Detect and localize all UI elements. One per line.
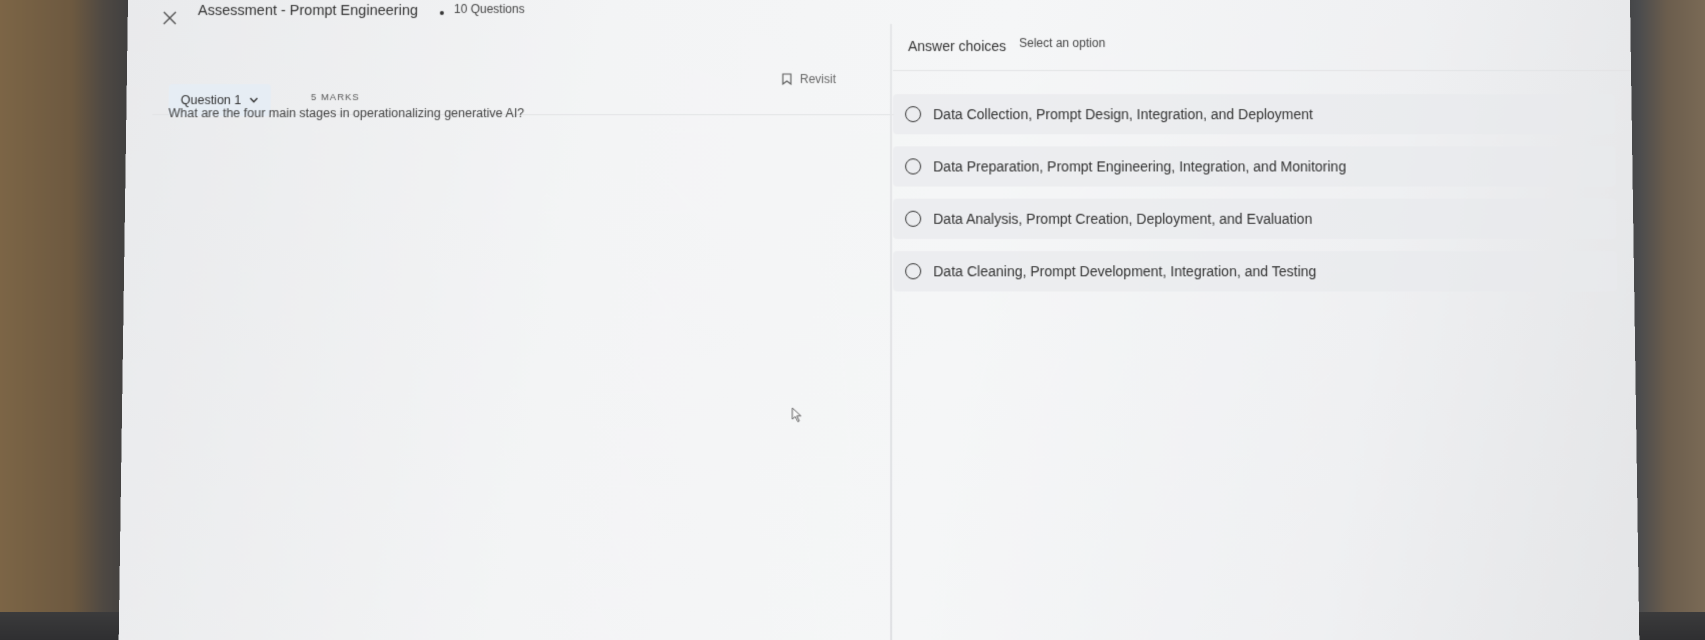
answer-option[interactable]: Data Collection, Prompt Design, Integrat…	[893, 94, 1615, 135]
bookmark-icon	[782, 73, 792, 85]
revisit-button[interactable]: Revisit	[782, 72, 836, 86]
radio-button[interactable]	[905, 158, 922, 175]
assessment-title: Assessment - Prompt Engineering	[197, 2, 418, 19]
separator-dot	[439, 10, 444, 15]
answer-option-label: Data Analysis, Prompt Creation, Deployme…	[933, 210, 1313, 227]
question-count: 10 Questions	[453, 1, 525, 16]
top-bar: Assessment - Prompt Engineering 10 Quest…	[128, 0, 1631, 26]
answer-option[interactable]: Data Cleaning, Prompt Development, Integ…	[893, 251, 1618, 292]
close-icon[interactable]	[162, 10, 178, 26]
monitor-bezel-left	[0, 0, 130, 640]
answer-header: Answer choices Select an option	[893, 23, 1635, 72]
question-panel: Question 1 5 MARKS Revisit What are the …	[119, 26, 895, 640]
pane-divider	[890, 23, 893, 640]
answer-option-label: Data Collection, Prompt Design, Integrat…	[933, 106, 1314, 123]
answer-option-label: Data Cleaning, Prompt Development, Integ…	[933, 263, 1317, 280]
chevron-down-icon	[249, 97, 258, 103]
answer-option[interactable]: Data Preparation, Prompt Engineering, In…	[893, 146, 1616, 187]
answer-choices-title: Answer choices	[908, 38, 1007, 55]
answer-option[interactable]: Data Analysis, Prompt Creation, Deployme…	[893, 198, 1617, 239]
answer-hint: Select an option	[1019, 36, 1106, 51]
screen: Assessment - Prompt Engineering 10 Quest…	[118, 0, 1640, 640]
radio-button[interactable]	[905, 210, 922, 227]
revisit-label: Revisit	[799, 72, 836, 87]
radio-button[interactable]	[905, 106, 922, 123]
mouse-cursor-icon	[791, 407, 803, 423]
question-text: What are the four main stages in operati…	[168, 106, 525, 121]
question-selector-label: Question 1	[180, 93, 242, 108]
radio-button[interactable]	[905, 263, 922, 280]
marks-badge: 5 MARKS	[310, 92, 360, 104]
answer-panel: Answer choices Select an option Data Col…	[893, 23, 1639, 640]
answer-option-label: Data Preparation, Prompt Engineering, In…	[933, 158, 1347, 175]
